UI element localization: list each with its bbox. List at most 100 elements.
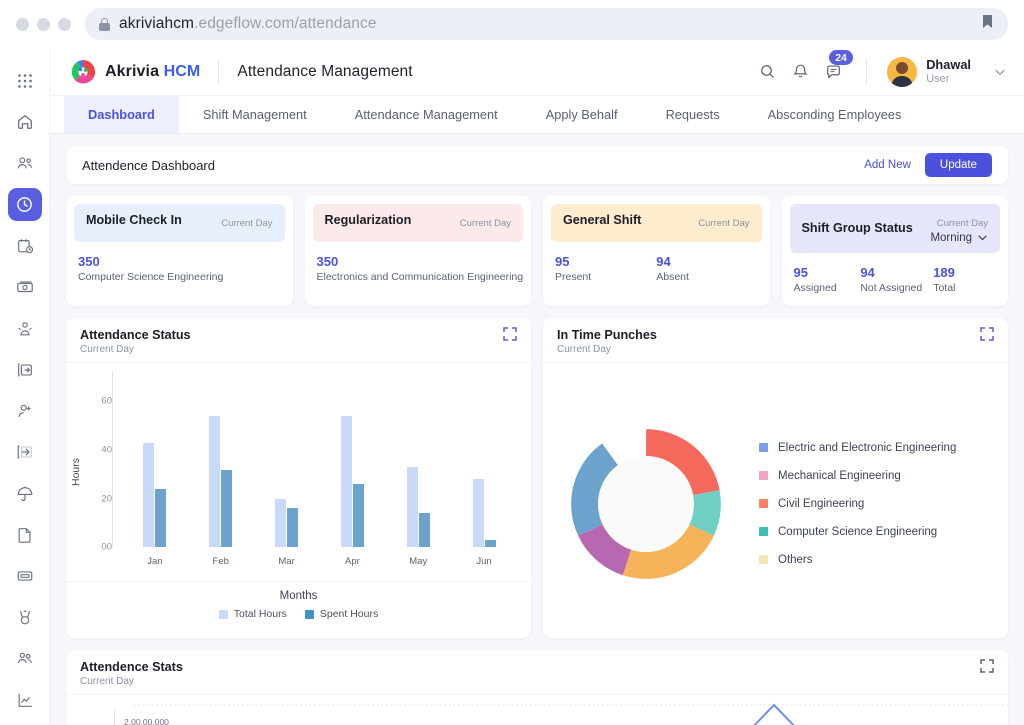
kpi-body: 350 Computer Science Engineering [74, 242, 285, 287]
bar-group[interactable]: Feb [188, 377, 254, 567]
sidebar-item-apps[interactable] [8, 64, 42, 97]
header-divider [218, 59, 220, 84]
user-menu[interactable]: Dhawal User [887, 56, 1006, 87]
sidebar-item-onboarding[interactable] [8, 436, 42, 469]
bar-chart-legend: Total Hours Spent Hours [66, 608, 531, 632]
brand[interactable]: Akrivia HCM [70, 59, 200, 85]
y-axis-line [112, 371, 113, 548]
akrivia-logo-icon [70, 59, 96, 85]
sidebar-item-reports[interactable] [8, 684, 42, 717]
tab-apply-behalf[interactable]: Apply Behalf [522, 96, 642, 133]
tab-dashboard[interactable]: Dashboard [64, 96, 179, 133]
in-time-punches-card: In Time Punches Current Day Electric and… [543, 318, 1008, 639]
bar-spent-hours[interactable] [287, 508, 299, 548]
sidebar[interactable] [0, 48, 50, 725]
legend-item-others[interactable]: Others [759, 554, 956, 566]
page-title: Attendance Management [237, 62, 413, 80]
maximize-window-dot[interactable] [58, 17, 71, 31]
sidebar-item-awards[interactable] [8, 601, 42, 634]
topbar-actions: 24 Dhawal User [759, 50, 1006, 87]
legend-swatch [218, 609, 228, 619]
bar-spent-hours[interactable] [484, 539, 496, 548]
bar-spent-hours[interactable] [221, 469, 233, 548]
x-tick: Feb [212, 556, 229, 568]
tab-attendance-management[interactable]: Attendance Management [331, 96, 522, 133]
sidebar-item-home[interactable] [8, 105, 42, 138]
bookmark-icon[interactable] [981, 14, 994, 35]
bar-total-hours[interactable] [406, 467, 418, 548]
close-window-dot[interactable] [16, 17, 29, 31]
window-traffic-lights[interactable] [16, 17, 71, 31]
kpi-stat: 95 Assigned [794, 264, 861, 294]
chat-icon[interactable]: 24 [825, 50, 853, 80]
bar-spent-hours[interactable] [155, 488, 167, 548]
kpi-stat: 189 Total [933, 264, 996, 294]
legend-item-electric-electronic[interactable]: Electric and Electronic Engineering [759, 442, 956, 454]
expand-fullscreen-icon[interactable] [980, 327, 994, 346]
lock-icon [99, 17, 110, 31]
kpi-card-mobile-check-in[interactable]: Mobile Check In Current Day 350 Computer… [66, 196, 293, 307]
kpi-period-wrap: Current Day Morning [930, 213, 988, 244]
kpi-value: 95 [793, 265, 808, 280]
sidebar-item-leave[interactable] [8, 229, 42, 262]
bar-group[interactable]: Jun [451, 377, 517, 567]
sidebar-item-cards[interactable] [8, 560, 42, 593]
kpi-title: Regularization [324, 213, 412, 227]
kpi-card-shift-group-status[interactable]: Shift Group Status Current Day Morning 9… [781, 196, 1008, 307]
kpi-title: General Shift [563, 213, 642, 227]
sidebar-item-teams[interactable] [8, 642, 42, 675]
sidebar-item-attendance[interactable] [7, 187, 42, 222]
tab-requests[interactable]: Requests [642, 96, 744, 133]
sidebar-item-payroll[interactable] [8, 271, 42, 304]
shift-group-dropdown[interactable]: Morning [930, 232, 988, 244]
bar-spent-hours[interactable] [418, 513, 430, 548]
expand-fullscreen-icon[interactable] [980, 659, 994, 678]
sidebar-item-employees[interactable] [8, 147, 42, 180]
nav-tabs[interactable]: Dashboard Shift Management Attendance Ma… [50, 96, 1024, 134]
line-chart-svg[interactable] [134, 703, 1008, 725]
sidebar-item-exit[interactable] [8, 353, 42, 386]
kpi-period: Current Day [221, 218, 273, 229]
kpi-period: Current Day [936, 218, 988, 229]
kpi-body: 95 Assigned 94 Not Assigned 189 Total [790, 253, 1001, 298]
legend-item-spent-hours[interactable]: Spent Hours [304, 608, 378, 620]
bar-total-hours[interactable] [143, 442, 155, 548]
bar-total-hours[interactable] [275, 498, 287, 548]
legend-item-civil[interactable]: Civil Engineering [759, 498, 956, 510]
donut-chart[interactable] [565, 423, 727, 585]
bar-total-hours[interactable] [209, 416, 221, 548]
tab-absconding-employees[interactable]: Absconding Employees [744, 96, 926, 133]
sidebar-item-add-user[interactable] [8, 395, 42, 428]
bar-group[interactable]: Apr [319, 377, 385, 567]
address-bar[interactable]: akriviahcm.edgeflow.com/attendance [85, 8, 1008, 40]
update-button[interactable]: Update [924, 153, 992, 177]
sidebar-item-documents[interactable] [8, 518, 42, 551]
minimize-window-dot[interactable] [37, 17, 50, 31]
dashboard-header-bar: Attendence Dashboard Add New Update [66, 146, 1008, 184]
bar-total-hours[interactable] [472, 479, 484, 548]
bell-icon[interactable] [792, 63, 809, 80]
legend-item-computer-science[interactable]: Computer Science Engineering [759, 526, 956, 538]
sidebar-item-performance[interactable] [8, 312, 42, 345]
sidebar-item-benefits[interactable] [8, 477, 42, 510]
search-icon[interactable] [759, 63, 776, 80]
chevron-down-icon[interactable] [994, 63, 1006, 81]
kpi-value: 350 [316, 254, 339, 269]
bar-group[interactable]: Mar [254, 377, 320, 567]
bar-group[interactable]: Jan [122, 377, 188, 567]
legend-item-mechanical[interactable]: Mechanical Engineering [759, 470, 956, 482]
main-column: Akrivia HCM Attendance Management 24 Dha… [50, 48, 1024, 725]
card-title: Attendence Stats [80, 660, 183, 675]
legend-item-total-hours[interactable]: Total Hours [218, 608, 287, 620]
chevron-down-icon[interactable] [977, 232, 988, 244]
kpi-card-general-shift[interactable]: General Shift Current Day 95 Present 94 … [543, 196, 770, 307]
bar-spent-hours[interactable] [352, 484, 364, 548]
bar-total-hours[interactable] [340, 416, 352, 548]
tab-shift-management[interactable]: Shift Management [179, 96, 331, 133]
url-path: .edgeflow.com/attendance [194, 15, 377, 32]
kpi-card-regularization[interactable]: Regularization Current Day 350 Electroni… [304, 196, 531, 307]
add-new-link[interactable]: Add New [864, 159, 911, 171]
bar-group[interactable]: May [385, 377, 451, 567]
expand-fullscreen-icon[interactable] [503, 327, 517, 346]
kpi-period-wrap: Current Day [460, 213, 511, 231]
